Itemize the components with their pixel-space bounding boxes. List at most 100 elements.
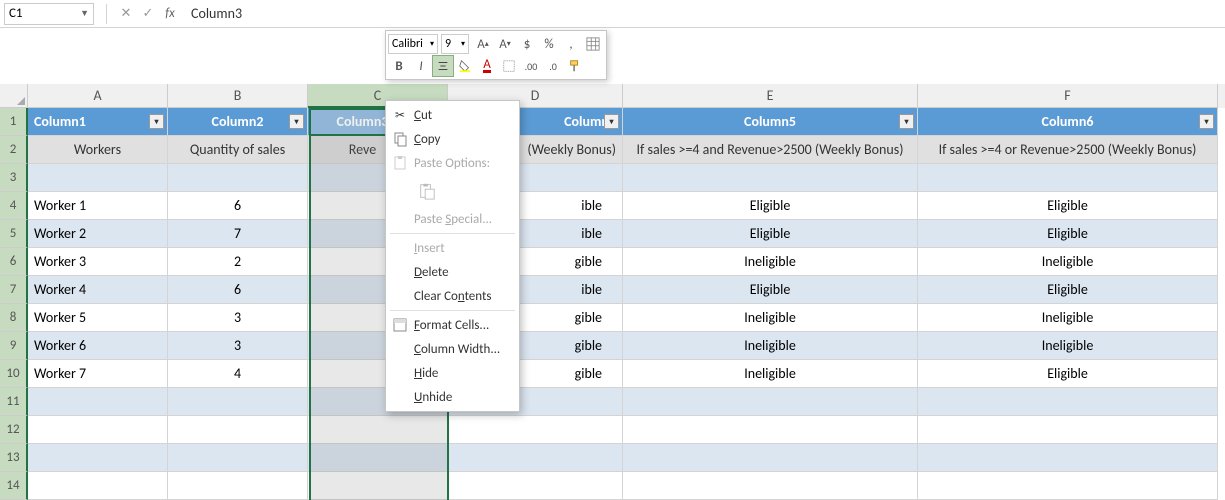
fill-color-icon[interactable] [454,55,476,77]
col-header-f[interactable]: F [918,84,1218,108]
format-table-icon[interactable] [582,33,604,55]
row-header[interactable]: 8 [0,304,28,332]
name-box-dropdown-icon[interactable]: ▼ [80,8,89,19]
cell[interactable]: 3 [168,304,308,332]
cell[interactable]: Eligible [918,276,1218,304]
cell[interactable]: Eligible [918,360,1218,388]
paste-special-menu-item[interactable]: Paste Special... [386,207,519,231]
format-cells-menu-item[interactable]: Format Cells... [386,313,519,337]
cell[interactable] [918,416,1218,444]
cell[interactable]: Worker 6 [28,332,168,360]
cell[interactable] [308,444,448,472]
cell[interactable]: Worker 5 [28,304,168,332]
cell[interactable] [168,164,308,192]
cell[interactable]: Worker 2 [28,220,168,248]
cell[interactable]: 3 [168,332,308,360]
cell[interactable] [308,416,448,444]
formula-value[interactable]: Column3 [181,5,1225,22]
row-header[interactable]: 4 [0,192,28,220]
cell[interactable]: Column1▾ [28,108,168,136]
cell[interactable]: 7 [168,220,308,248]
cell[interactable]: Workers [28,136,168,164]
cell[interactable] [623,388,918,416]
select-all-corner[interactable] [0,84,28,108]
delete-menu-item[interactable]: Delete [386,260,519,284]
cell[interactable] [28,444,168,472]
row-header[interactable]: 13 [0,444,28,472]
cell[interactable]: Ineligible [623,332,918,360]
cell[interactable]: Ineligible [918,332,1218,360]
cell[interactable] [308,472,448,500]
format-painter-icon[interactable] [564,55,586,77]
cell[interactable]: 6 [168,276,308,304]
filter-icon[interactable]: ▾ [1199,114,1214,129]
cell[interactable] [28,472,168,500]
font-size-select[interactable]: 9▾ [441,34,469,54]
cell[interactable] [623,164,918,192]
cell[interactable] [28,164,168,192]
fx-icon[interactable]: fx [161,5,179,23]
hide-menu-item[interactable]: Hide [386,361,519,385]
col-header-b[interactable]: B [168,84,308,108]
row-header[interactable]: 3 [0,164,28,192]
col-header-a[interactable]: A [28,84,168,108]
row-header[interactable]: 7 [0,276,28,304]
cell[interactable]: Ineligible [623,360,918,388]
cell[interactable]: Eligible [918,220,1218,248]
cell[interactable]: Eligible [623,192,918,220]
cell[interactable]: Eligible [623,276,918,304]
row-header[interactable]: 11 [0,388,28,416]
align-center-icon[interactable] [432,55,454,77]
cell[interactable] [918,164,1218,192]
clear-contents-menu-item[interactable]: Clear Contents [386,284,519,308]
copy-menu-item[interactable]: Copy [386,127,519,151]
cell[interactable]: Worker 4 [28,276,168,304]
cell[interactable]: Ineligible [623,248,918,276]
decrease-font-icon[interactable]: A▾ [494,33,516,55]
filter-icon[interactable]: ▾ [149,114,164,129]
filter-icon[interactable]: ▾ [899,114,914,129]
cell[interactable] [28,388,168,416]
cell[interactable] [918,472,1218,500]
enter-icon[interactable]: ✓ [139,5,157,23]
cell[interactable] [448,472,623,500]
cell[interactable] [168,444,308,472]
row-header[interactable]: 1 [0,108,28,136]
decrease-decimal-icon[interactable]: .0 [542,55,564,77]
filter-icon[interactable]: ▾ [289,114,304,129]
italic-button[interactable]: I [410,55,432,77]
row-header[interactable]: 9 [0,332,28,360]
row-header[interactable]: 5 [0,220,28,248]
cell[interactable]: Eligible [623,220,918,248]
cell[interactable] [623,444,918,472]
cell[interactable]: Column5▾ [623,108,918,136]
cell[interactable]: Ineligible [918,248,1218,276]
increase-decimal-icon[interactable]: .00 [520,55,542,77]
cell[interactable]: Worker 3 [28,248,168,276]
increase-font-icon[interactable]: A▴ [472,33,494,55]
percent-format-icon[interactable]: % [538,33,560,55]
cell[interactable]: Worker 7 [28,360,168,388]
cell[interactable] [448,444,623,472]
paste-button[interactable] [414,178,440,204]
bold-button[interactable]: B [388,55,410,77]
font-select[interactable]: Calibri▾ [388,34,438,54]
cell[interactable]: Quantity of sales [168,136,308,164]
cell[interactable] [168,388,308,416]
cell[interactable] [623,472,918,500]
cut-menu-item[interactable]: ✂ Cut [386,103,519,127]
row-header[interactable]: 2 [0,136,28,164]
cell[interactable]: Column2▾ [168,108,308,136]
cell[interactable]: Column6▾ [918,108,1218,136]
cell[interactable] [168,472,308,500]
cancel-icon[interactable]: ✕ [117,5,135,23]
cell[interactable] [448,416,623,444]
name-box[interactable]: C1 ▼ [4,3,94,25]
cell[interactable] [918,444,1218,472]
row-header[interactable]: 10 [0,360,28,388]
cell[interactable] [168,416,308,444]
borders-icon[interactable] [498,55,520,77]
cell[interactable]: 6 [168,192,308,220]
comma-format-icon[interactable]: , [560,33,582,55]
cell[interactable]: Ineligible [918,304,1218,332]
